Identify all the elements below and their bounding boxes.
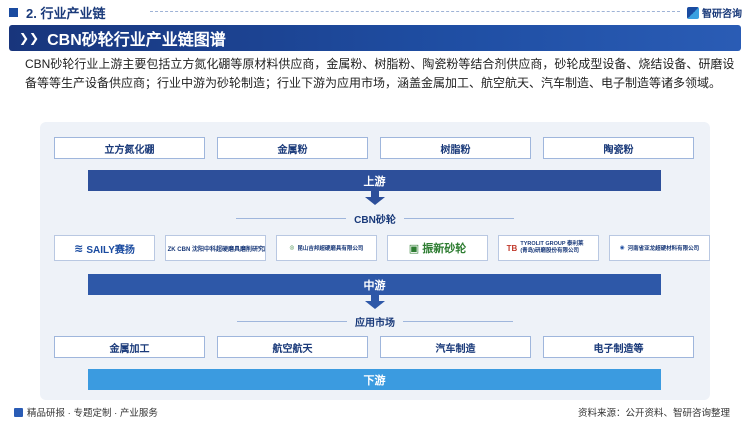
company-name: 振新砂轮 [422,243,467,255]
downstream-item: 航空航天 [217,336,368,358]
downstream-items: 金属加工 航空航天 汽车制造 电子制造等 [54,336,694,358]
company-logo-zk: ◐ ZK CBN 沈阳中科超硬磨具磨削研究所 [165,235,266,261]
upstream-item: 树脂粉 [380,137,531,159]
downstream-item: 金属加工 [54,336,205,358]
footer-tagline: 精品研报 · 专题定制 · 产业服务 [14,405,158,419]
top-bar: 2. 行业产业链 智研咨询 [0,0,750,24]
downstream-category: 应用市场 [0,314,750,329]
yalong-logo-icon: ◉ [619,245,625,251]
upstream-item: 立方氮化硼 [54,137,205,159]
title-bar: ❯❯ CBN砂轮行业产业链图谱 [9,25,741,51]
upstream-items: 立方氮化硼 金属粉 树脂粉 陶瓷粉 [54,137,694,159]
zhenxin-logo-icon: ▣ [408,242,420,255]
tyrolit-logo-icon: TB [506,243,518,253]
footer-source: 资料来源：公开资料、智研咨询整理 [577,408,730,419]
upstream-item: 金属粉 [217,137,368,159]
header-divider [150,11,680,12]
midstream-category-label: CBN砂轮 [354,214,396,226]
brand-name: 智研咨询 [702,9,742,20]
company-logo-yalong: ◉ 河南省亚龙超硬材料有限公司 [609,235,710,261]
company-logo-saily: ≋ SAILY赛扬 [54,235,155,261]
brand-logo-icon [687,6,699,19]
footer-tagline-text: 精品研报 · 专题定制 · 产业服务 [27,408,158,419]
category-divider [403,320,513,322]
company-name: ZK CBN 沈阳中科超硬磨具磨削研究所 [167,246,266,253]
company-name: TYROLIT GROUP 泰利莱(青岛)研磨股份有限公司 [520,241,584,254]
report-icon [14,407,23,417]
downstream-item: 电子制造等 [543,336,694,358]
company-logo-jibang: ◎ 昆山吉邦超硬磨具有限公司 [276,235,377,261]
saily-logo-icon: ≋ [74,242,84,255]
down-arrow-icon [365,295,385,309]
midstream-band: 中游 [88,274,661,295]
upstream-band: 上游 [88,170,661,191]
page-title: CBN砂轮行业产业链图谱 [47,32,226,49]
company-logo-tyrolit: TB TYROLIT GROUP 泰利莱(青岛)研磨股份有限公司 [498,235,599,261]
company-logo-zhenxin: ▣ 振新砂轮 [387,235,488,261]
downstream-category-label: 应用市场 [355,317,395,329]
footer: 精品研报 · 专题定制 · 产业服务 资料来源：公开资料、智研咨询整理 [0,402,750,421]
category-divider [403,217,514,219]
down-arrow-icon [365,191,385,205]
midstream-category: CBN砂轮 [0,211,750,226]
industry-chain-panel [40,122,710,400]
category-divider [237,320,347,322]
double-chevron-icon: ❯❯ [19,31,40,45]
section-marker-icon [9,7,18,17]
company-name: SAILY赛扬 [86,244,135,256]
company-name: 昆山吉邦超硬磨具有限公司 [297,246,364,252]
downstream-item: 汽车制造 [380,336,531,358]
section-title: 2. 行业产业链 [26,5,106,21]
category-divider [236,217,347,219]
description-text: CBN砂轮行业上游主要包括立方氮化硼等原材料供应商，金属粉、树脂粉、陶瓷粉等结合… [25,57,735,90]
brand-logo: 智研咨询 [687,5,742,20]
jibang-logo-icon: ◎ [289,245,295,251]
midstream-companies: ≋ SAILY赛扬 ◐ ZK CBN 沈阳中科超硬磨具磨削研究所 ◎ 昆山吉邦超… [54,235,710,261]
downstream-band: 下游 [88,369,661,390]
upstream-item: 陶瓷粉 [543,137,694,159]
company-name: 河南省亚龙超硬材料有限公司 [627,246,700,252]
